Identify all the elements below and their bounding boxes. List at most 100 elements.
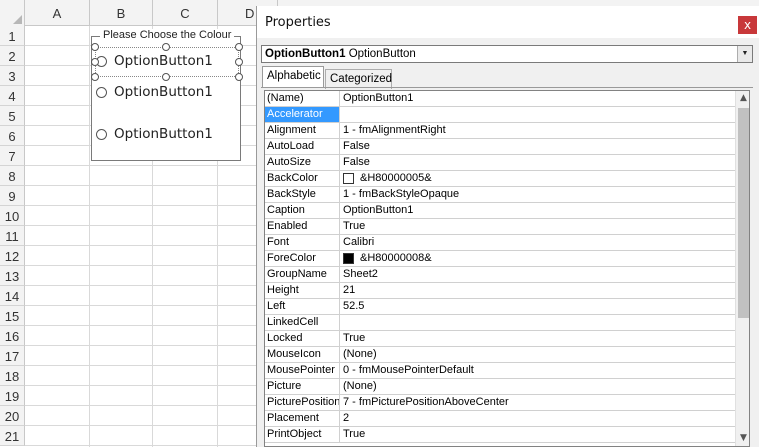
- row-header[interactable]: 8: [0, 166, 25, 186]
- resize-handle-bottom[interactable]: [162, 73, 170, 81]
- property-name[interactable]: Accelerator: [265, 107, 340, 122]
- property-name[interactable]: Alignment: [265, 123, 340, 138]
- property-name[interactable]: PicturePosition: [265, 395, 340, 410]
- property-value[interactable]: (None): [341, 347, 735, 362]
- row-header[interactable]: 1: [0, 26, 25, 46]
- property-row[interactable]: PicturePosition 7 - fmPicturePositionAbov…: [265, 395, 735, 411]
- column-header-c[interactable]: C: [153, 0, 218, 26]
- property-row[interactable]: Left 52.5: [265, 299, 735, 315]
- property-value[interactable]: [341, 107, 735, 122]
- property-row[interactable]: BackColor &H80000005&: [265, 171, 735, 187]
- property-value[interactable]: False: [341, 155, 735, 170]
- property-row[interactable]: LinkedCell: [265, 315, 735, 331]
- property-name[interactable]: Left: [265, 299, 340, 314]
- row-header[interactable]: 20: [0, 406, 25, 426]
- row-header[interactable]: 17: [0, 346, 25, 366]
- select-all-corner[interactable]: [0, 0, 25, 26]
- property-row[interactable]: Enabled True: [265, 219, 735, 235]
- property-value[interactable]: OptionButton1: [341, 91, 735, 106]
- property-name[interactable]: Font: [265, 235, 340, 250]
- property-value[interactable]: True: [341, 331, 735, 346]
- row-header[interactable]: 7: [0, 146, 25, 166]
- option-button-2[interactable]: OptionButton1: [96, 82, 213, 102]
- close-button[interactable]: x: [738, 16, 757, 34]
- row-header[interactable]: 10: [0, 206, 25, 226]
- property-row[interactable]: GroupName Sheet2: [265, 267, 735, 283]
- resize-handle-bottom-right[interactable]: [235, 73, 243, 81]
- row-header[interactable]: 18: [0, 366, 25, 386]
- property-row[interactable]: BackStyle 1 - fmBackStyleOpaque: [265, 187, 735, 203]
- property-row[interactable]: Height 21: [265, 283, 735, 299]
- chevron-down-icon[interactable]: ▼: [737, 46, 752, 62]
- property-name[interactable]: ForeColor: [265, 251, 340, 266]
- row-header[interactable]: 2: [0, 46, 25, 66]
- property-value[interactable]: False: [341, 139, 735, 154]
- property-value[interactable]: OptionButton1: [341, 203, 735, 218]
- property-name[interactable]: BackStyle: [265, 187, 340, 202]
- resize-handle-top[interactable]: [162, 43, 170, 51]
- property-value[interactable]: [341, 315, 735, 330]
- property-name[interactable]: (Name): [265, 91, 340, 106]
- property-value[interactable]: &H80000008&: [341, 251, 735, 266]
- property-row[interactable]: Picture (None): [265, 379, 735, 395]
- property-value[interactable]: &H80000005&: [341, 171, 735, 186]
- property-value[interactable]: 52.5: [341, 299, 735, 314]
- object-selector[interactable]: OptionButton1 OptionButton ▼: [261, 45, 753, 63]
- property-name[interactable]: BackColor: [265, 171, 340, 186]
- vertical-scrollbar[interactable]: ▲ ▼: [735, 91, 749, 446]
- row-header[interactable]: 12: [0, 246, 25, 266]
- property-value[interactable]: Calibri: [341, 235, 735, 250]
- resize-handle-right[interactable]: [235, 58, 243, 66]
- row-header[interactable]: 5: [0, 106, 25, 126]
- column-header-b[interactable]: B: [90, 0, 153, 26]
- property-name[interactable]: LinkedCell: [265, 315, 340, 330]
- property-row[interactable]: Accelerator: [265, 107, 735, 123]
- property-value[interactable]: 0 - fmMousePointerDefault: [341, 363, 735, 378]
- property-row[interactable]: (Name) OptionButton1: [265, 91, 735, 107]
- property-name[interactable]: Picture: [265, 379, 340, 394]
- property-value[interactable]: True: [341, 219, 735, 234]
- resize-handle-top-right[interactable]: [235, 43, 243, 51]
- resize-handle-left[interactable]: [91, 58, 99, 66]
- row-header[interactable]: 6: [0, 126, 25, 146]
- tab-categorized[interactable]: Categorized: [325, 69, 392, 89]
- property-value[interactable]: True: [341, 427, 735, 442]
- row-header[interactable]: 4: [0, 86, 25, 106]
- tab-alphabetic[interactable]: Alphabetic: [262, 66, 324, 88]
- property-row[interactable]: ForeColor &H80000008&: [265, 251, 735, 267]
- row-header[interactable]: 9: [0, 186, 25, 206]
- property-name[interactable]: Height: [265, 283, 340, 298]
- property-row[interactable]: PrintObject True: [265, 427, 735, 443]
- property-row[interactable]: AutoSize False: [265, 155, 735, 171]
- property-name[interactable]: MouseIcon: [265, 347, 340, 362]
- property-value[interactable]: Sheet2: [341, 267, 735, 282]
- property-name[interactable]: PrintObject: [265, 427, 340, 442]
- column-header-a[interactable]: A: [25, 0, 90, 26]
- property-row[interactable]: Font Calibri: [265, 235, 735, 251]
- scrollbar-thumb[interactable]: [738, 108, 749, 318]
- property-row[interactable]: Alignment 1 - fmAlignmentRight: [265, 123, 735, 139]
- scroll-up-icon[interactable]: ▲: [736, 91, 749, 106]
- property-row[interactable]: MouseIcon (None): [265, 347, 735, 363]
- property-value[interactable]: 7 - fmPicturePositionAboveCenter: [341, 395, 735, 410]
- property-row[interactable]: Placement 2: [265, 411, 735, 427]
- row-header[interactable]: 14: [0, 286, 25, 306]
- property-value[interactable]: 1 - fmAlignmentRight: [341, 123, 735, 138]
- row-header[interactable]: 19: [0, 386, 25, 406]
- property-name[interactable]: Placement: [265, 411, 340, 426]
- property-value[interactable]: (None): [341, 379, 735, 394]
- property-name[interactable]: GroupName: [265, 267, 340, 282]
- property-row[interactable]: Caption OptionButton1: [265, 203, 735, 219]
- row-header[interactable]: 3: [0, 66, 25, 86]
- row-header[interactable]: 11: [0, 226, 25, 246]
- property-name[interactable]: Caption: [265, 203, 340, 218]
- property-name[interactable]: AutoSize: [265, 155, 340, 170]
- scroll-down-icon[interactable]: ▼: [736, 431, 749, 446]
- property-row[interactable]: Locked True: [265, 331, 735, 347]
- property-row[interactable]: AutoLoad False: [265, 139, 735, 155]
- property-value[interactable]: 2: [341, 411, 735, 426]
- option-button-3[interactable]: OptionButton1: [96, 124, 213, 144]
- resize-handle-top-left[interactable]: [91, 43, 99, 51]
- row-header[interactable]: 21: [0, 426, 25, 446]
- property-name[interactable]: AutoLoad: [265, 139, 340, 154]
